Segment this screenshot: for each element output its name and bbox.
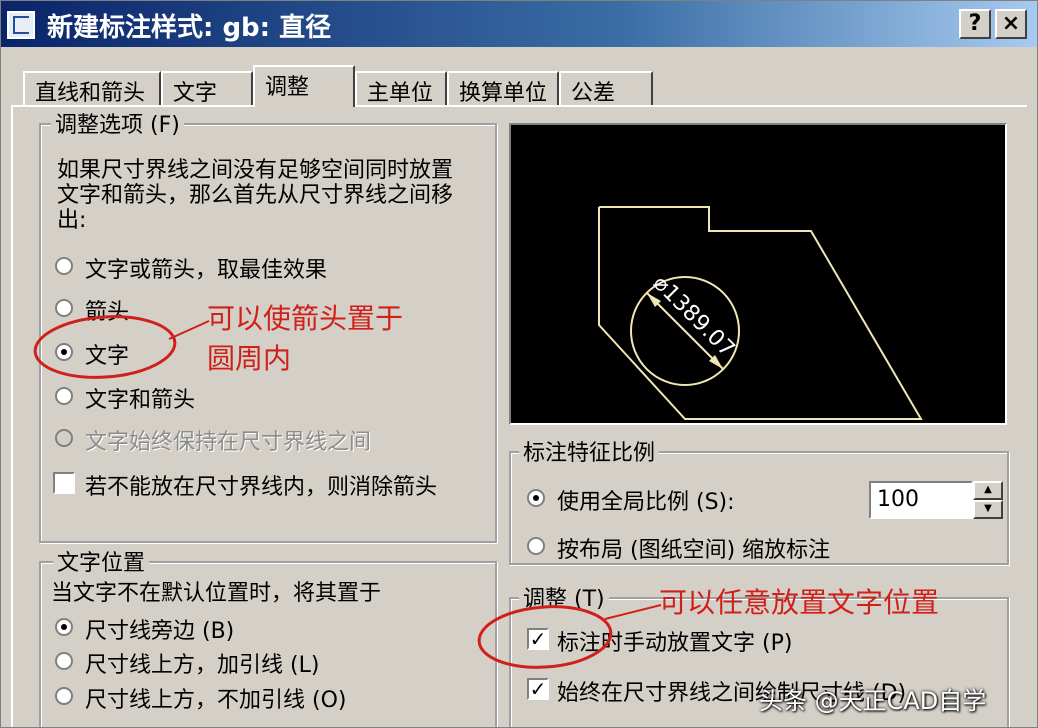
annotation-leader-1 xyxy=(168,320,210,340)
watermark: 头条 @天正CAD自学 xyxy=(759,687,987,715)
annotation-circle-text-option xyxy=(33,315,177,379)
annotation-leader-2 xyxy=(604,604,662,620)
annotation-note-1-line1: 可以使箭头置于 xyxy=(207,302,404,335)
dimension-style-dialog: 新建标注样式: gb: 直径 ? × 直线和箭头 文字 调整 主单位 换算单位 … xyxy=(0,0,1038,728)
annotation-circle-manual-text xyxy=(477,605,613,669)
annotation-note-2: 可以任意放置文字位置 xyxy=(659,586,940,619)
annotation-note-1-line2: 圆周内 xyxy=(207,342,292,375)
tab-fit[interactable]: 调整 xyxy=(253,65,355,107)
